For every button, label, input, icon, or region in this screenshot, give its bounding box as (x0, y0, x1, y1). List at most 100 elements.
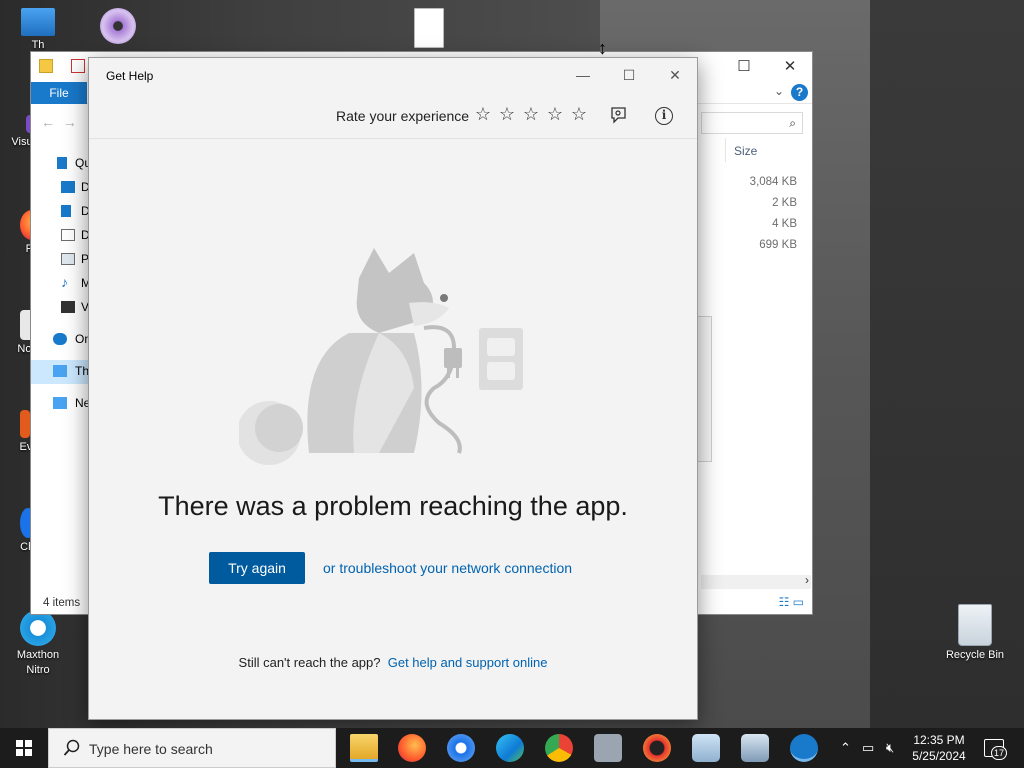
chevron-up-icon[interactable]: ⌃ (840, 740, 851, 756)
support-line: Still can't reach the app? Get help and … (89, 655, 697, 670)
network-icon[interactable]: ▭ (862, 740, 874, 756)
document-icon (61, 229, 75, 241)
notification-center-icon[interactable]: 17 (984, 739, 1007, 760)
sidebar-item-downloads[interactable]: D (31, 200, 91, 224)
firefox-taskbar-icon[interactable] (398, 734, 426, 762)
feedback-icon[interactable] (607, 105, 629, 127)
document-icon (414, 8, 444, 48)
minimize-button[interactable]: — (560, 58, 606, 92)
sidebar-item-desktop[interactable]: D (31, 176, 91, 200)
sidebar-item-pictures[interactable]: P (31, 248, 91, 272)
search-icon (63, 739, 80, 756)
recycle-bin-label: Recycle Bin (945, 649, 1005, 661)
taskbar-search-box[interactable]: Type here to search (48, 728, 336, 768)
recycle-bin-icon (958, 604, 992, 646)
info-icon[interactable]: i (655, 107, 673, 125)
file-tab[interactable]: File (31, 82, 87, 104)
star-icon-2[interactable]: ☆ (495, 104, 519, 125)
sidebar-item-onedrive[interactable]: On (31, 328, 91, 352)
properties-icon[interactable] (71, 59, 85, 73)
window-title: Get Help (106, 69, 154, 83)
chrome-canary-taskbar-icon[interactable] (447, 734, 475, 762)
close-button[interactable]: ✕ (652, 58, 698, 92)
network-icon (53, 397, 67, 409)
troubleshoot-network-link[interactable]: or troubleshoot your network connection (323, 560, 572, 576)
size-column-header[interactable]: Size (725, 138, 805, 162)
recycle-bin-desktop-icon[interactable]: Recycle Bin (943, 604, 1007, 663)
edge-taskbar-icon[interactable] (496, 734, 524, 762)
file-size-4: 699 KB (759, 239, 797, 251)
sidebar-item-this-pc[interactable]: Th (31, 360, 91, 384)
rate-experience-label: Rate your experience (336, 108, 470, 124)
this-pc-desktop-icon[interactable]: Th (6, 8, 70, 53)
cloud-icon (53, 333, 67, 345)
everything-icon (20, 410, 30, 438)
maxthon-icon (20, 610, 56, 646)
desktop-icon (61, 181, 75, 193)
search-placeholder: Type here to search (89, 741, 213, 757)
horizontal-scrollbar[interactable]: › (701, 573, 811, 589)
star-icon-3[interactable]: ☆ (519, 104, 543, 125)
help-icon[interactable]: ? (791, 84, 808, 101)
task-scheduler-taskbar-icon[interactable] (741, 734, 769, 762)
file-size-2: 2 KB (772, 197, 797, 209)
explorer-search-box[interactable]: ⌕ (701, 112, 803, 134)
sidebar-item-music[interactable]: ♪ M (31, 272, 91, 296)
dvd-drive-desktop-icon[interactable] (86, 8, 150, 46)
disc-icon (100, 8, 136, 44)
still-cant-reach-text: Still can't reach the app? (238, 655, 381, 670)
back-forward-icons[interactable]: ← → (41, 114, 77, 130)
get-help-taskbar-icon[interactable] (790, 734, 818, 762)
opera-taskbar-icon[interactable] (643, 734, 671, 762)
rating-bar: Rate your experience ☆ ☆ ☆ ☆ ☆ i (89, 92, 697, 139)
search-icon: ⌕ (789, 116, 796, 130)
monitor-icon (53, 365, 67, 377)
monitor-icon (21, 8, 55, 36)
maximize-button[interactable]: ☐ (606, 58, 652, 92)
file-size-1: 3,084 KB (749, 176, 797, 188)
get-help-titlebar[interactable]: Get Help — ☐ ✕ (89, 58, 697, 92)
maxthon-nitro-label: Maxthon Nitro (16, 649, 60, 676)
explorer-maximize-button[interactable]: ☐ (721, 56, 767, 78)
star-rating[interactable]: ☆ ☆ ☆ ☆ ☆ (471, 104, 591, 125)
chevron-down-icon[interactable]: ⌄ (774, 84, 784, 98)
explorer-close-button[interactable]: ✕ (767, 56, 813, 78)
error-heading: There was a problem reaching the app. (158, 491, 628, 521)
film-icon (61, 301, 75, 313)
star-icon (57, 157, 67, 169)
taskbar: Type here to search ⌃ ▭ 🔇︎ 12:35 PM 5/25… (0, 728, 1024, 768)
resize-cursor-icon: ↕ (598, 38, 607, 58)
clock-date: 5/25/2024 (912, 749, 966, 763)
document-desktop-icon[interactable] (397, 8, 461, 50)
file-size-3: 4 KB (772, 218, 797, 230)
item-count: 4 items (43, 597, 81, 609)
notification-count-badge: 17 (991, 746, 1007, 760)
remote-desktop-taskbar-icon[interactable] (692, 734, 720, 762)
download-icon (61, 205, 71, 217)
clock-time: 12:35 PM (913, 733, 965, 747)
speaker-muted-icon[interactable]: 🔇︎ (886, 740, 894, 756)
sidebar-item-documents[interactable]: D (31, 224, 91, 248)
get-help-window[interactable]: Get Help — ☐ ✕ Rate your experience ☆ ☆ ☆ ☆… (88, 57, 698, 720)
file-explorer-taskbar-icon[interactable] (350, 734, 378, 762)
explorer-navigation-pane: Qu D D D P ♪ M V On Th Ne (31, 152, 91, 416)
star-icon-1[interactable]: ☆ (471, 104, 495, 125)
sidebar-item-videos[interactable]: V (31, 296, 91, 320)
system-clock[interactable]: 12:35 PM 5/25/2024 (906, 732, 972, 764)
windows-start-icon[interactable] (0, 728, 48, 768)
star-icon-4[interactable]: ☆ (543, 104, 567, 125)
maxthon-nitro-desktop-icon[interactable]: Maxthon Nitro (6, 610, 70, 678)
try-again-button[interactable]: Try again (209, 552, 305, 584)
view-toggle-icons[interactable]: ☷ ▭ (779, 595, 804, 609)
star-icon-5[interactable]: ☆ (567, 104, 591, 125)
chrome-taskbar-icon[interactable] (545, 734, 573, 762)
folder-icon (39, 59, 53, 73)
sidebar-item-network[interactable]: Ne (31, 392, 91, 416)
this-pc-label: Th (31, 39, 45, 51)
get-help-online-link[interactable]: Get help and support online (388, 655, 548, 670)
music-note-icon: ♪ (61, 274, 68, 290)
sidebar-item-quick-access[interactable]: Qu (31, 152, 91, 176)
chevron-right-icon[interactable]: › (805, 573, 809, 587)
disconnected-dog-illustration (239, 248, 523, 465)
camera-taskbar-icon[interactable] (594, 734, 622, 762)
